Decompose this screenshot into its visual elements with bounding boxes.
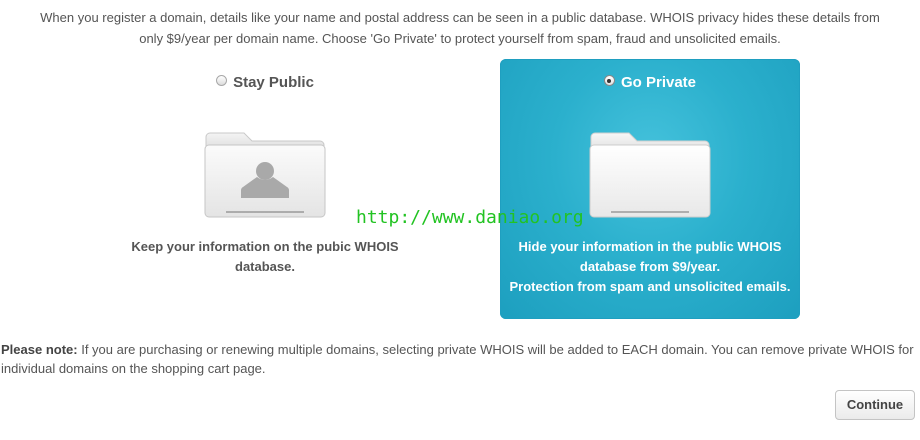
stay-public-desc-line-1: Keep your information on the pubic WHOIS: [131, 239, 399, 254]
stay-public-radio[interactable]: [216, 75, 228, 86]
continue-button[interactable]: Continue: [835, 390, 915, 420]
stay-public-label: Stay Public: [233, 74, 314, 91]
folder-icon: [589, 132, 711, 218]
stay-public-description: Keep your information on the pubic WHOIS…: [115, 237, 415, 277]
go-private-description: Hide your information in the public WHOI…: [500, 237, 800, 297]
go-private-radio[interactable]: [603, 75, 615, 86]
stay-public-option[interactable]: Stay Public Keep your information on the…: [115, 59, 415, 319]
watermark-url: http://www.daniao.org: [356, 207, 584, 228]
intro-line-1: When you register a domain, details like…: [40, 10, 880, 25]
whois-privacy-page: When you register a domain, details like…: [0, 0, 920, 440]
intro-line-2: only $9/year per domain name. Choose 'Go…: [139, 31, 781, 46]
please-note-label: Please note:: [1, 342, 78, 357]
please-note-text: If you are purchasing or renewing multip…: [1, 342, 914, 376]
go-private-desc-line-1: Hide your information in the public WHOI…: [518, 239, 782, 254]
go-private-label: Go Private: [620, 74, 697, 91]
stay-public-desc-line-2: database.: [235, 259, 295, 274]
folder-person-icon: [204, 132, 326, 218]
go-private-desc-line-2: database from $9/year.: [579, 259, 721, 274]
intro-text: When you register a domain, details like…: [0, 7, 920, 49]
go-private-option[interactable]: Go Private Hide your information in the …: [500, 59, 800, 319]
please-note: Please note: If you are purchasing or re…: [1, 340, 916, 378]
go-private-desc-line-3: Protection from spam and unsolicited ema…: [509, 279, 791, 294]
stay-public-header[interactable]: Stay Public: [115, 73, 415, 93]
go-private-header[interactable]: Go Private: [500, 73, 800, 93]
